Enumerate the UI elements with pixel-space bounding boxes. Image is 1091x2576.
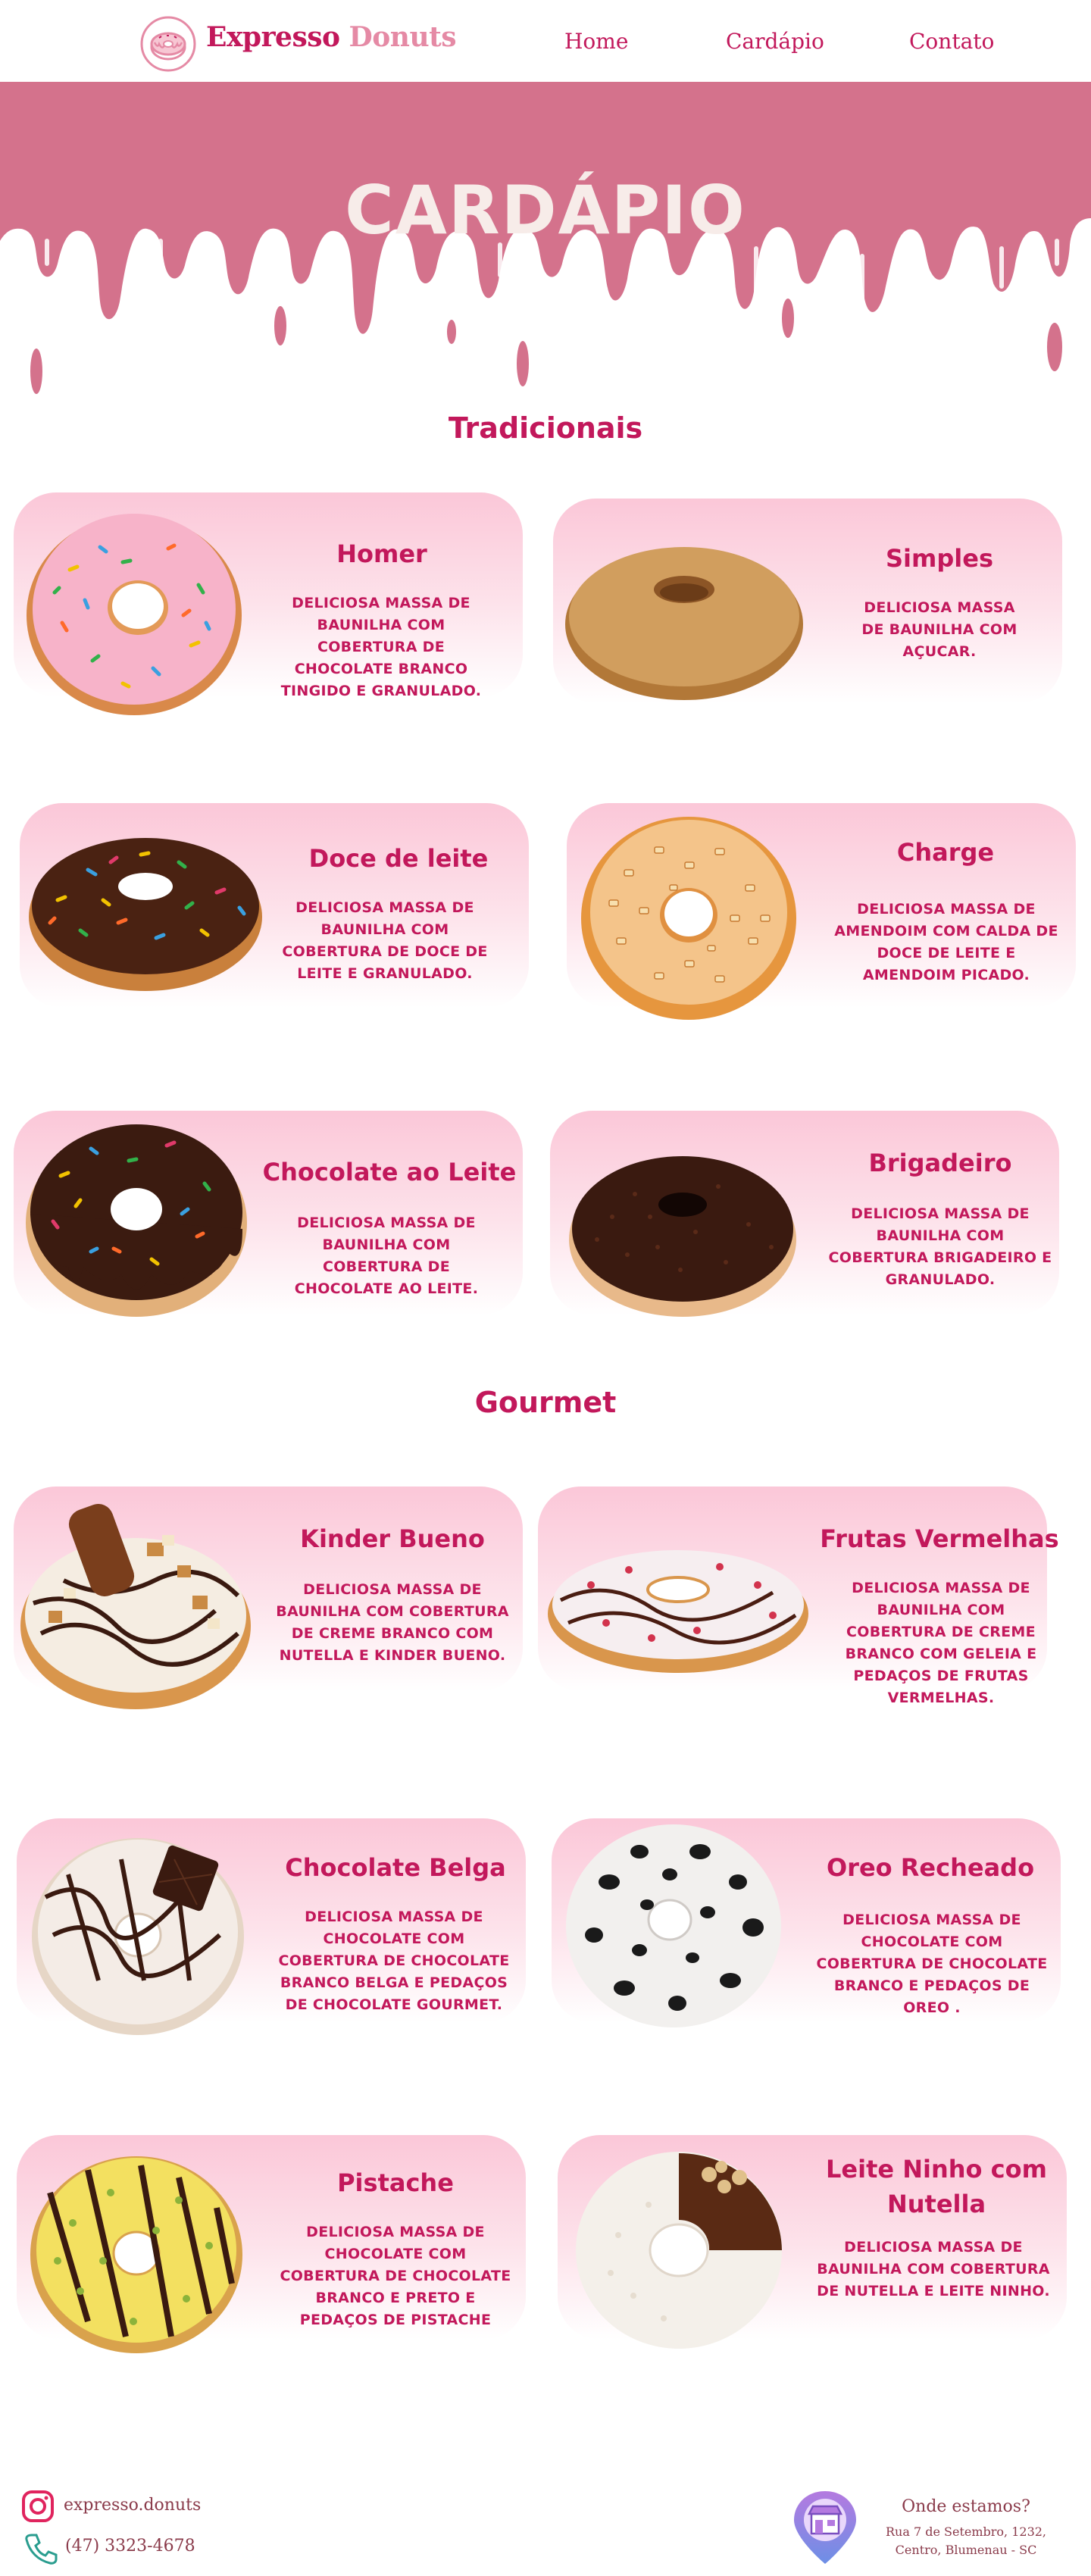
product-card-brigadeiro[interactable]: Brigadeiro DELICIOSA MASSA DE BAUNILHA C… xyxy=(550,1111,1059,1317)
donut-kinder-bueno-image xyxy=(20,1503,251,1709)
brand-name-part2: Donuts xyxy=(349,21,457,53)
donut-brigadeiro-image xyxy=(569,1156,796,1317)
product-description: DELICIOSA MASSA DE BAUNILHA COM COBERTUR… xyxy=(845,1580,1037,1706)
product-card-oreo-recheado[interactable]: Oreo Recheado DELICIOSA MASSA DE CHOCOLA… xyxy=(552,1818,1061,2027)
product-card-chocolate-ao-leite[interactable]: Chocolate ao Leite DELICIOSA MASSA DE BA… xyxy=(14,1111,523,1317)
product-card-charge[interactable]: Charge DELICIOSA MASSA DE AMENDOIM COM C… xyxy=(567,803,1076,1020)
address[interactable]: Rua 7 de Setembro, 1232, Centro, Blumena… xyxy=(864,2523,1068,2559)
product-name: Doce de leite xyxy=(308,844,489,873)
instagram-icon[interactable] xyxy=(21,2490,55,2523)
product-name: Pistache xyxy=(337,2168,454,2197)
product-card-chocolate-belga[interactable]: Chocolate Belga DELICIOSA MASSA DE CHOCO… xyxy=(17,1818,526,2035)
product-description: DELICIOSA MASSA DE BAUNILHA COM COBERTUR… xyxy=(294,1215,479,1297)
section-title-gourmet: Gourmet xyxy=(474,1386,617,1419)
location-title: Onde estamos? xyxy=(902,2497,1030,2516)
product-description: DELICIOSA MASSA DE BAUNILHA COM AÇUCAR. xyxy=(861,599,1018,660)
page-title: CARDÁPIO xyxy=(345,171,746,249)
product-card-doce-de-leite[interactable]: Doce de leite DELICIOSA MASSA DE BAUNILH… xyxy=(20,803,529,1008)
product-name: Homer xyxy=(336,539,427,568)
product-description: DELICIOSA MASSA DE BAUNILHA COM COBERTUR… xyxy=(280,595,482,699)
product-name: Charge xyxy=(896,838,995,867)
donut-logo-icon[interactable] xyxy=(139,15,197,73)
donut-pistache-image xyxy=(30,2156,242,2353)
product-description: DELICIOSA MASSA DE BAUNILHA COM COBERTUR… xyxy=(817,2239,1050,2299)
product-card-kinder-bueno[interactable]: Kinder Bueno DELICIOSA MASSA DE BAUNILHA… xyxy=(14,1487,523,1709)
donut-doce-de-leite-image xyxy=(29,838,262,991)
map-pin-store-icon[interactable] xyxy=(789,2488,861,2567)
donut-frutas-vermelhas-image xyxy=(548,1550,808,1673)
nav-cardapio[interactable]: Cardápio xyxy=(726,29,824,54)
product-description: DELICIOSA MASSA DE BAUNILHA COM COBERTUR… xyxy=(282,899,488,982)
product-name: Oreo Recheado xyxy=(826,1853,1035,1882)
donut-leite-ninho-nutella-image xyxy=(576,2152,782,2349)
product-description: DELICIOSA MASSA DE BAUNILHA COM COBERTUR… xyxy=(276,1581,509,1664)
product-description: DELICIOSA MASSA DE CHOCOLATE COM COBERTU… xyxy=(278,1909,510,2013)
donut-chocolate-ao-leite-image xyxy=(26,1124,247,1317)
product-name: Kinder Bueno xyxy=(300,1524,485,1553)
donut-simples-image xyxy=(565,547,803,700)
product-card-simples[interactable]: Simples DELICIOSA MASSA DE BAUNILHA COM … xyxy=(553,499,1062,703)
product-card-homer[interactable]: Homer DELICIOSA MASSA DE BAUNILHA COM CO… xyxy=(14,492,523,715)
phone-icon[interactable] xyxy=(24,2532,58,2565)
nav-contato[interactable]: Contato xyxy=(909,29,994,54)
product-description: DELICIOSA MASSA DE AMENDOIM COM CALDA DE… xyxy=(834,901,1058,983)
donut-homer-image xyxy=(27,514,242,715)
phone-number[interactable]: (47) 3323-4678 xyxy=(65,2537,195,2556)
product-name: Brigadeiro xyxy=(868,1149,1012,1177)
site-header: Expresso Donuts Home Cardápio Contato xyxy=(0,0,1091,82)
product-name: Frutas Vermelhas xyxy=(820,1524,1059,1553)
nav-home[interactable]: Home xyxy=(564,29,628,54)
product-description: DELICIOSA MASSA DE CHOCOLATE COM COBERTU… xyxy=(816,1912,1048,2016)
instagram-handle[interactable]: expresso.donuts xyxy=(64,2496,201,2515)
product-card-leite-ninho-com-nutella[interactable]: Leite Ninho com Nutella DELICIOSA MASSA … xyxy=(558,2135,1067,2349)
brand-name[interactable]: Expresso Donuts xyxy=(206,21,457,53)
hero-banner: CARDÁPIO xyxy=(0,82,1091,408)
product-card-pistache[interactable]: Pistache DELICIOSA MASSA DE CHOCOLATE CO… xyxy=(17,2135,526,2353)
donut-chocolate-belga-image xyxy=(32,1838,244,2035)
product-name: Chocolate Belga xyxy=(285,1853,506,1882)
product-description: DELICIOSA MASSA DE CHOCOLATE COM COBERTU… xyxy=(280,2224,511,2328)
product-card-frutas-vermelhas[interactable]: Frutas Vermelhas DELICIOSA MASSA DE BAUN… xyxy=(538,1487,1059,1706)
product-description: DELICIOSA MASSA DE BAUNILHA COM COBERTUR… xyxy=(828,1205,1052,1288)
donut-oreo-recheado-image xyxy=(566,1824,781,2027)
brand-name-part1: Expresso xyxy=(206,21,340,53)
product-name: Leite Ninho com Nutella xyxy=(826,2155,1047,2218)
product-name: Chocolate ao Leite xyxy=(262,1158,517,1186)
section-title-tradicionais: Tradicionais xyxy=(448,411,643,445)
product-name: Simples xyxy=(886,544,993,573)
donut-charge-image xyxy=(581,817,796,1020)
